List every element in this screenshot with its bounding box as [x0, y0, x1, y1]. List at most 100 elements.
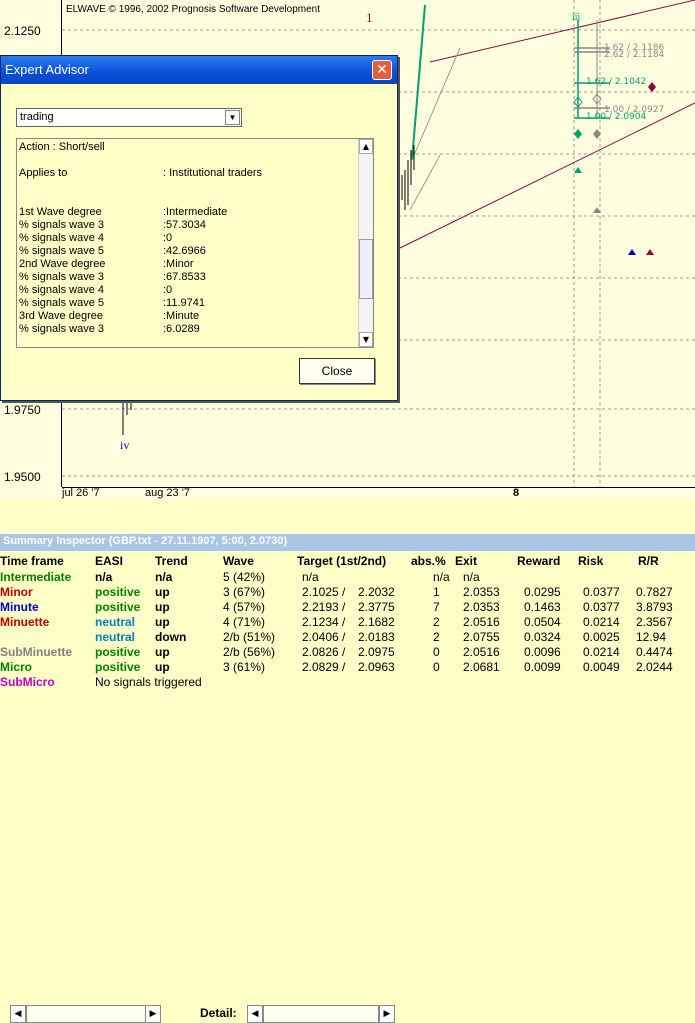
cell-tf: SubMinuette — [0, 645, 72, 659]
summary-row: Intermediate n/a n/a 5 (42%) n/a n/a n/a — [0, 570, 695, 585]
cell-t2: 2.2032 — [358, 585, 395, 599]
cell-tf: SubMicro — [0, 675, 55, 689]
time-scrollbar[interactable] — [26, 1005, 146, 1023]
advice-value: :6.0289 — [163, 323, 200, 335]
fib-label: 1.00 / 2.0904 — [586, 112, 647, 122]
scroll-left-button[interactable]: ◀ — [10, 1005, 26, 1023]
cell-t2: 2.0963 — [358, 660, 395, 674]
chevron-down-icon[interactable]: ▼ — [225, 110, 240, 125]
advice-key: 2nd Wave degree — [19, 258, 106, 270]
cell-easi: neutral — [95, 615, 136, 629]
cell-abs: 0 — [433, 660, 440, 674]
cell-wave: 5 (42%) — [223, 570, 266, 584]
cell-easi: neutral — [95, 630, 136, 644]
cell-wave: 3 (61%) — [223, 660, 266, 674]
advice-key: % signals wave 3 — [19, 271, 104, 283]
summary-row: Minuette neutral up 4 (71%) 2.1234 / 2.1682 2 2… — [0, 615, 695, 630]
cell-wave: 4 (71%) — [223, 615, 266, 629]
cell-reward: 0.1463 — [524, 600, 561, 614]
cell-easi: No signals triggered — [95, 675, 202, 689]
advice-key: % signals wave 3 — [19, 219, 104, 231]
cell-trend: down — [155, 630, 187, 644]
column-header: R/R — [638, 554, 659, 568]
summary-row: Minor positive up 3 (67%) 2.1025 / 2.2032 1 2.0… — [0, 585, 695, 600]
column-header: Reward — [517, 554, 561, 568]
cell-tf: Intermediate — [0, 570, 72, 584]
cell-t1: n/a — [302, 570, 319, 584]
cell-abs: 7 — [433, 600, 440, 614]
close-icon[interactable]: ✕ — [372, 60, 392, 80]
cell-abs: 2 — [433, 615, 440, 629]
cell-exit: 2.0516 — [463, 645, 500, 659]
cell-abs: 1 — [433, 585, 440, 599]
cell-exit: 2.0353 — [463, 600, 500, 614]
summary-row: neutral down 2/b (51%) 2.0406 / 2.0183 2 2.075… — [0, 630, 695, 645]
cell-wave: 4 (57%) — [223, 600, 266, 614]
summary-row: Micro positive up 3 (61%) 2.0829 / 2.0963 0 2.0… — [0, 660, 695, 675]
cell-trend: up — [155, 645, 170, 659]
scroll-thumb[interactable] — [359, 239, 373, 299]
column-header: Exit — [455, 554, 478, 568]
advice-key: 1st Wave degree — [19, 206, 102, 218]
x-tick-label: aug 23 '7 — [145, 487, 190, 499]
cell-t1: 2.0829 / — [302, 660, 346, 674]
summary-row: SubMinuette positive up 2/b (56%) 2.0826 / 2.… — [0, 645, 695, 660]
scroll-down-icon[interactable]: ▼ — [359, 332, 373, 347]
detail-scrollbar[interactable] — [263, 1005, 379, 1023]
cell-t1: 2.1234 / — [302, 615, 346, 629]
cell-trend: n/a — [155, 570, 173, 584]
scroll-toolbar: ◀ ▶ Detail: ◀ ▶ — [0, 500, 695, 1023]
cell-trend: up — [155, 600, 170, 614]
cell-rr: 12.94 — [636, 630, 667, 644]
wave-label: 1 — [366, 10, 373, 25]
advice-key: % signals wave 5 — [19, 297, 104, 309]
column-header: EASI — [95, 554, 124, 568]
column-header: Time frame — [0, 554, 64, 568]
advice-key: Action : Short/sell — [19, 141, 105, 153]
advice-value: :0 — [163, 284, 173, 296]
cell-risk: 0.0214 — [583, 615, 620, 629]
channel-line-lower — [399, 102, 695, 249]
cell-t1: 2.2193 / — [302, 600, 346, 614]
scroll-up-icon[interactable]: ▲ — [359, 139, 373, 154]
detail-right-button[interactable]: ▶ — [379, 1005, 395, 1023]
advice-key: Applies to — [19, 167, 68, 179]
cell-rr: 2.3567 — [636, 615, 673, 629]
cell-easi: positive — [95, 585, 141, 599]
scroll-right-button[interactable]: ▶ — [145, 1005, 161, 1023]
cell-t1: 2.0826 / — [302, 645, 346, 659]
fib-label: 2.62 / 2.1184 — [604, 50, 665, 60]
cell-t1: 2.0406 / — [302, 630, 346, 644]
fib-label: 1.62 / 2.1042 — [586, 77, 647, 87]
close-button[interactable]: Close — [299, 358, 375, 384]
cell-risk: 0.0377 — [583, 600, 620, 614]
wave-label: iv — [120, 438, 130, 452]
advice-value: :Minor — [163, 258, 194, 270]
advice-key: % signals wave 4 — [19, 284, 104, 296]
cell-risk: 0.0025 — [583, 630, 620, 644]
summary-inspector: Summary Inspector (GBP.txt - 27.11.1907,… — [0, 534, 695, 700]
cell-tf: Minor — [0, 585, 33, 599]
cell-trend: up — [155, 585, 170, 599]
cell-reward: 0.0099 — [524, 660, 561, 674]
advice-value: :11.9741 — [163, 297, 206, 309]
cell-rr: 0.4474 — [636, 645, 673, 659]
cell-risk: 0.0049 — [583, 660, 620, 674]
detail-left-button[interactable]: ◀ — [247, 1005, 263, 1023]
advice-type-select[interactable]: trading ▼ — [16, 108, 242, 127]
cell-exit: 2.0353 — [463, 585, 500, 599]
cell-reward: 0.0324 — [524, 630, 561, 644]
advice-value: :57.3034 — [163, 219, 206, 231]
advice-scrollbar[interactable]: ▲ ▼ — [358, 139, 373, 347]
cell-abs: 0 — [433, 645, 440, 659]
cell-tf: Micro — [0, 660, 33, 674]
advice-value: : Institutional traders — [163, 167, 263, 179]
cell-reward: 0.0096 — [524, 645, 561, 659]
cell-tf: Minuette — [0, 615, 50, 629]
advice-text-list[interactable]: Action : Short/sell Applies to : Instituti… — [16, 138, 374, 348]
expert-advisor-dialog: Expert Advisor ✕ trading ▼ Action : Shor… — [0, 55, 398, 401]
cell-t2: 2.1682 — [358, 615, 395, 629]
cell-t2: 2.0183 — [358, 630, 395, 644]
cell-easi: positive — [95, 660, 141, 674]
cell-risk: 0.0214 — [583, 645, 620, 659]
